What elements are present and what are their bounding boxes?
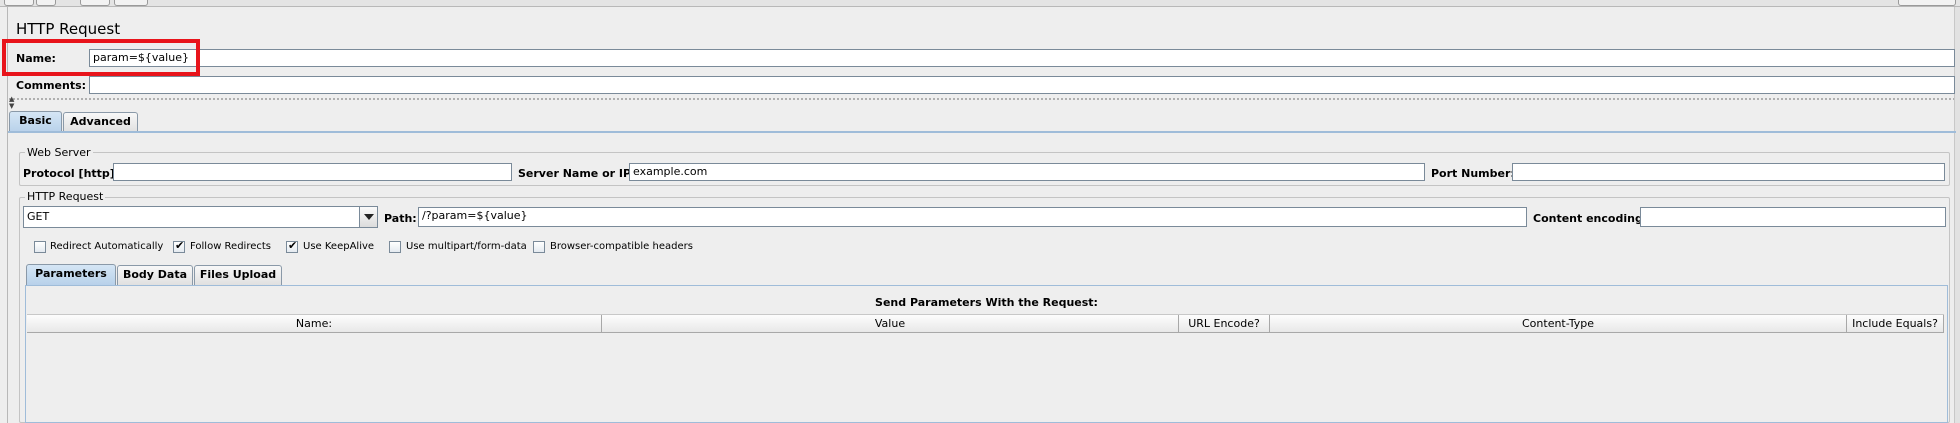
parameters-table-header: Name: Value URL Encode? Content-Type Inc…: [27, 314, 1944, 333]
highlight-box: [2, 39, 200, 76]
name-field[interactable]: param=${value}: [89, 49, 1955, 67]
column-header-url-encode[interactable]: URL Encode?: [1179, 315, 1270, 333]
split-pane-divider[interactable]: [8, 97, 1954, 101]
follow-redirects-checkbox[interactable]: ✔: [173, 239, 185, 253]
toolbar-button[interactable]: [4, 0, 34, 6]
path-label: Path:: [384, 212, 417, 225]
tab-files-upload[interactable]: Files Upload: [194, 265, 282, 285]
toolbar: [0, 0, 1960, 7]
port-field[interactable]: [1512, 163, 1945, 181]
protocol-label: Protocol [http]:: [23, 167, 120, 180]
tab-advanced[interactable]: Advanced: [63, 112, 138, 132]
checkmark-icon: ✔: [288, 239, 298, 252]
column-header-name[interactable]: Name:: [27, 315, 602, 333]
collapse-arrows-icon[interactable]: ▲ ▼: [9, 96, 14, 110]
content-encoding-field[interactable]: [1640, 207, 1946, 227]
follow-redirects-label: Follow Redirects: [190, 241, 271, 252]
browser-compatible-headers-label: Browser-compatible headers: [550, 241, 693, 252]
use-multipart-label: Use multipart/form-data: [406, 241, 527, 252]
column-header-value[interactable]: Value: [602, 315, 1179, 333]
server-field[interactable]: example.com: [629, 163, 1425, 181]
tab-body-data[interactable]: Body Data: [117, 265, 193, 285]
checkmark-icon: ✔: [175, 239, 185, 252]
page-title: HTTP Request: [16, 20, 121, 38]
chevron-down-icon[interactable]: [359, 207, 377, 227]
port-label: Port Number:: [1431, 167, 1515, 180]
tab-basic[interactable]: Basic: [9, 111, 62, 132]
parameters-table-title: Send Parameters With the Request:: [875, 296, 1098, 309]
tab-parameters[interactable]: Parameters: [26, 264, 116, 285]
web-server-group-title: Web Server: [25, 146, 93, 159]
tab-underline: [8, 131, 1956, 133]
server-label: Server Name or IP:: [518, 167, 636, 180]
toolbar-button[interactable]: [1898, 0, 1956, 6]
comments-field[interactable]: [89, 76, 1955, 94]
column-header-include-equals[interactable]: Include Equals?: [1847, 315, 1944, 333]
method-select-value: GET: [27, 210, 50, 223]
vertical-scrollbar[interactable]: [1954, 7, 1960, 423]
path-field[interactable]: /?param=${value}: [418, 207, 1527, 227]
redirect-automatically-label: Redirect Automatically: [50, 241, 164, 252]
content-encoding-label: Content encoding:: [1533, 212, 1648, 225]
use-multipart-checkbox[interactable]: [389, 241, 401, 253]
toolbar-button[interactable]: [114, 0, 148, 6]
toolbar-button[interactable]: [80, 0, 110, 6]
column-header-content-type[interactable]: Content-Type: [1270, 315, 1847, 333]
method-select[interactable]: GET: [23, 206, 378, 228]
redirect-automatically-checkbox[interactable]: [34, 241, 46, 253]
parameters-panel: Send Parameters With the Request: Name: …: [25, 285, 1948, 423]
browser-compatible-headers-checkbox[interactable]: [533, 241, 545, 253]
use-keepalive-checkbox[interactable]: ✔: [286, 239, 298, 253]
use-keepalive-label: Use KeepAlive: [303, 241, 375, 252]
comments-label: Comments:: [16, 79, 87, 92]
protocol-field[interactable]: [113, 163, 512, 181]
http-request-group-title: HTTP Request: [25, 190, 106, 203]
toolbar-button[interactable]: [36, 0, 56, 6]
